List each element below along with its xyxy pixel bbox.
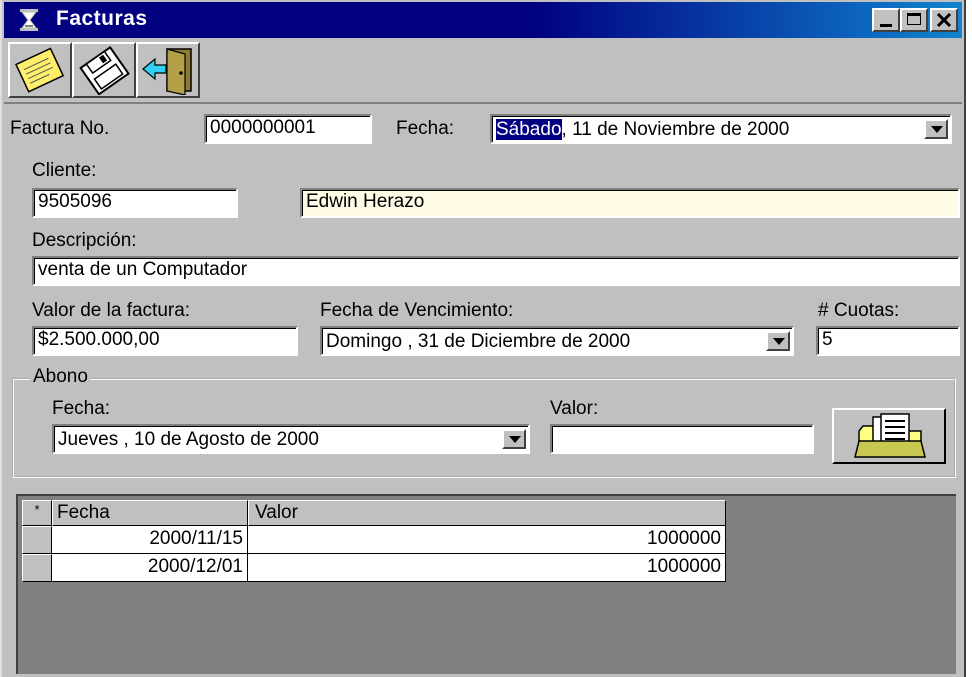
column-header-valor[interactable]: Valor xyxy=(248,500,726,526)
floppy-disk-icon xyxy=(79,45,130,95)
table-cell-valor[interactable]: 1000000 xyxy=(248,526,726,554)
fecha-dropdown-button[interactable] xyxy=(924,119,948,139)
hourglass-icon xyxy=(20,9,38,31)
cliente-id-input[interactable]: 9505096 xyxy=(32,188,238,218)
close-icon xyxy=(937,13,951,27)
row-selector[interactable] xyxy=(22,554,52,582)
cliente-name-field: Edwin Herazo xyxy=(300,188,960,218)
fecha-date-picker[interactable]: Sábado, 11 de Noviembre de 2000 xyxy=(490,114,952,144)
fecha-date-text: , 11 de Noviembre de 2000 xyxy=(561,119,790,140)
sticky-note-icon xyxy=(15,47,65,93)
factura-label: Factura No. xyxy=(10,118,110,139)
exit-button[interactable] xyxy=(136,42,200,98)
new-note-button[interactable] xyxy=(8,42,72,98)
facturas-window: Facturas Factura No. 0000000001 Fecha: S… xyxy=(0,0,966,677)
cuotas-input[interactable]: 5 xyxy=(816,326,960,356)
table-cell-fecha[interactable]: 2000/12/01 xyxy=(52,554,248,582)
table-cell-valor[interactable]: 1000000 xyxy=(248,554,726,582)
factura-number-input[interactable]: 0000000001 xyxy=(204,114,372,144)
add-abono-button[interactable] xyxy=(832,408,946,464)
fecha-day-selected: Sábado xyxy=(496,119,562,140)
valor-factura-label: Valor de la factura: xyxy=(32,300,191,321)
save-button[interactable] xyxy=(72,42,136,98)
cliente-label: Cliente: xyxy=(32,160,97,181)
abono-fecha-label: Fecha: xyxy=(52,398,111,419)
vencimiento-label: Fecha de Vencimiento: xyxy=(320,300,514,321)
abono-group-label: Abono xyxy=(30,366,91,388)
table-cell-fecha[interactable]: 2000/11/15 xyxy=(52,526,248,554)
close-button[interactable] xyxy=(930,8,958,32)
vencimiento-dropdown-button[interactable] xyxy=(766,331,790,351)
descripcion-label: Descripción: xyxy=(32,230,137,251)
abono-valor-label: Valor: xyxy=(550,398,599,419)
fecha-label: Fecha: xyxy=(396,118,455,139)
abono-fecha-date-text: Jueves , 10 de Agosto de 2000 xyxy=(58,429,319,450)
minimize-icon xyxy=(880,24,892,27)
grid-corner-cell[interactable]: * xyxy=(22,500,52,526)
toolbar xyxy=(4,40,962,104)
abono-fecha-date-picker[interactable]: Jueves , 10 de Agosto de 2000 xyxy=(52,424,530,454)
title-bar[interactable]: Facturas xyxy=(4,2,962,38)
abono-valor-input[interactable] xyxy=(550,424,814,454)
exit-door-icon xyxy=(142,48,192,95)
valor-factura-input[interactable]: $2.500.000,00 xyxy=(32,326,298,356)
abono-fecha-dropdown-button[interactable] xyxy=(502,429,526,449)
vencimiento-date-picker[interactable]: Domingo , 31 de Diciembre de 2000 xyxy=(320,326,794,356)
vencimiento-date-text: Domingo , 31 de Diciembre de 2000 xyxy=(326,331,631,352)
column-header-fecha[interactable]: Fecha xyxy=(52,500,248,526)
maximize-button[interactable] xyxy=(900,8,928,32)
descripcion-input[interactable]: venta de un Computador xyxy=(32,256,960,286)
maximize-icon xyxy=(907,13,921,25)
folder-documents-icon xyxy=(854,413,926,458)
row-selector[interactable] xyxy=(22,526,52,554)
window-title: Facturas xyxy=(56,7,148,30)
cuotas-label: # Cuotas: xyxy=(818,300,900,321)
payments-grid: * Fecha Valor 2000/11/15 1000000 2000/12… xyxy=(16,494,956,674)
minimize-button[interactable] xyxy=(872,8,900,32)
